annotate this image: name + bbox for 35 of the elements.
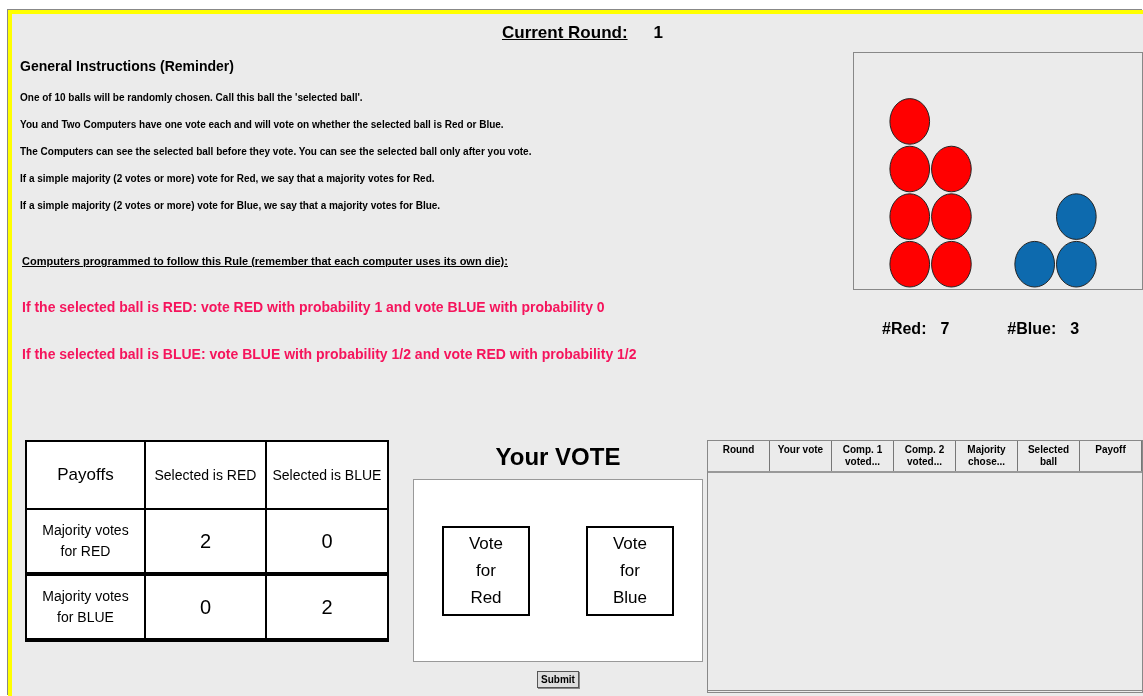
table-cell: 0 (265, 509, 388, 574)
table-cell: Majority votes for BLUE (26, 574, 145, 640)
instruction-line: One of 10 balls will be randomly chosen. Call this ball the 'selected ball'. (20, 91, 363, 105)
column-header: Payoff (1080, 441, 1142, 471)
vote-title: Your VOTE (495, 442, 621, 472)
column-header: Round (708, 441, 770, 471)
table-header: Payoffs (26, 441, 145, 509)
submit-button[interactable]: Submit (537, 671, 579, 688)
column-header: Majority chose... (956, 441, 1018, 471)
rule-text: If the selected ball is BLUE: vote BLUE with probability 1/2 and vote RED with probability 1/2 (22, 345, 637, 364)
instruction-line: You and Two Computers have one vote each and will vote on whether the selected ball is Red or Blue. (20, 118, 504, 132)
round-number: 1 (653, 23, 664, 43)
table-cell: 0 (144, 574, 266, 640)
column-header: Comp. 2 voted... (894, 441, 956, 471)
table-cell: Majority votes for RED (26, 509, 145, 574)
round-label: Current Round: (501, 23, 628, 43)
count-label: #Blue: (1007, 320, 1057, 338)
table-cell: 2 (144, 509, 266, 574)
column-header: Comp. 1 voted... (832, 441, 894, 471)
instruction-line: If a simple majority (2 votes or more) vote for Red, we say that a majority votes for Red. (20, 172, 435, 186)
instruction-line: If a simple majority (2 votes or more) vote for Blue, we say that a majority votes for Blue. (20, 199, 441, 213)
count-value: 3 (1070, 320, 1080, 338)
table-header: Selected is RED (144, 441, 266, 509)
vote-button[interactable]: Vote for Red (442, 525, 530, 616)
table-cell: 2 (265, 574, 388, 640)
rule-text: If the selected ball is RED: vote RED with probability 1 and vote BLUE with probability 0 (22, 298, 605, 317)
count-label: #Red: (882, 320, 927, 338)
column-header: Selected ball (1018, 441, 1080, 471)
rule-heading: Computers programmed to follow this Rule (remember that each computer uses its own die): (22, 254, 508, 269)
count-value: 7 (940, 320, 950, 338)
vote-button[interactable]: Vote for Blue (586, 525, 674, 616)
column-header: Your vote (770, 441, 832, 471)
instructions-title: General Instructions (Reminder) (20, 58, 235, 74)
instruction-line: The Computers can see the selected ball before they vote. You can see the selected ball only after you vote. (20, 145, 532, 159)
table-header: Selected is BLUE (265, 441, 388, 509)
